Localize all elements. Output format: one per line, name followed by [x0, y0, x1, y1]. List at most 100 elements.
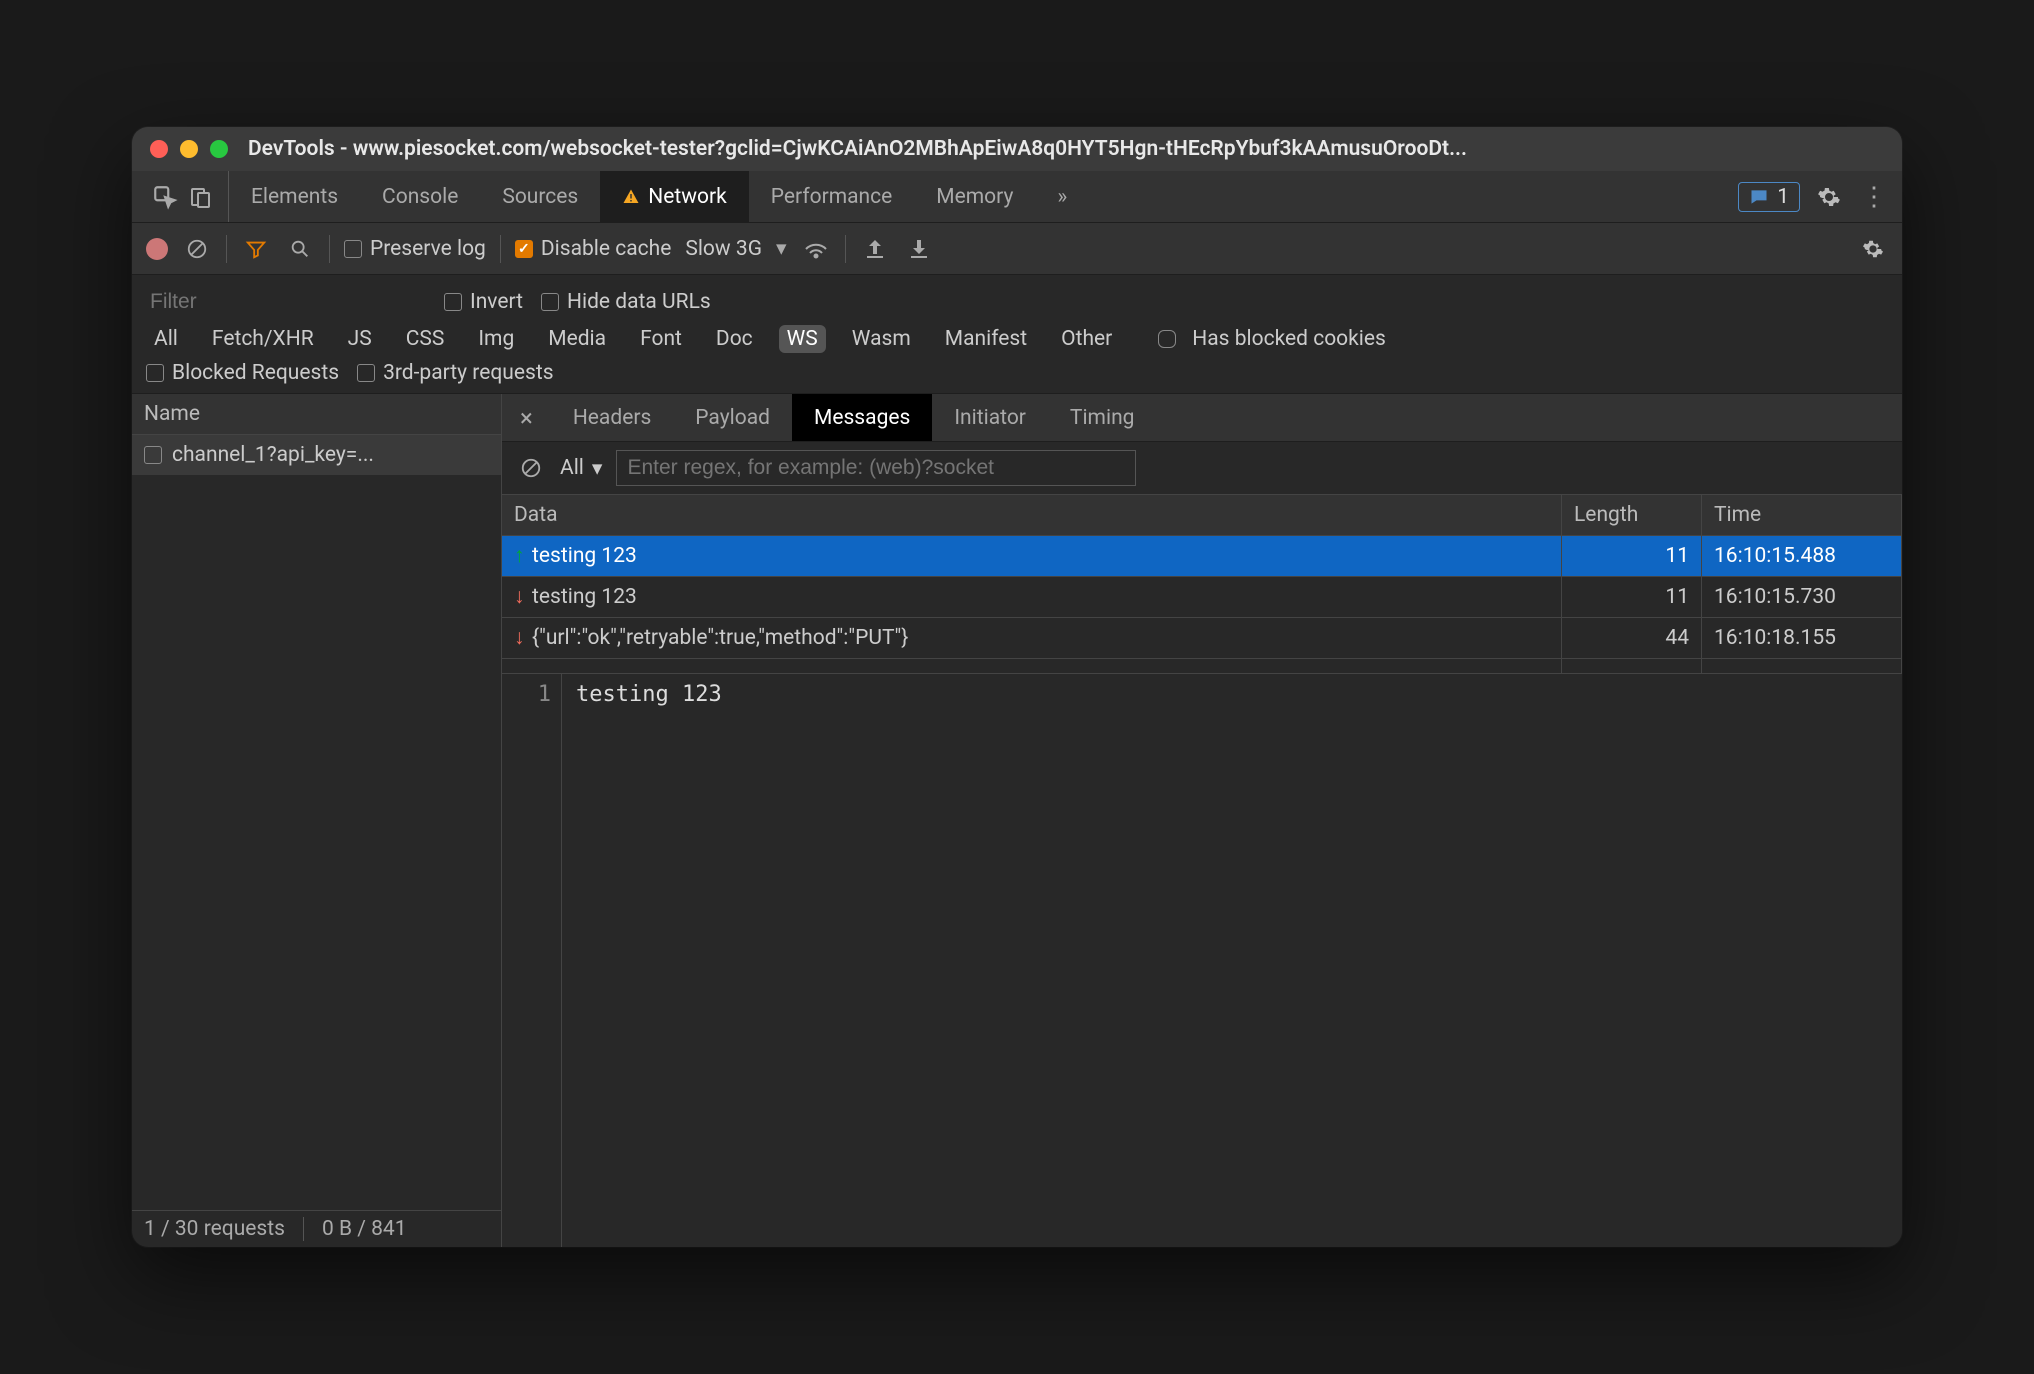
message-row[interactable]: ↓testing 123 11 16:10:15.730: [502, 577, 1902, 618]
request-row[interactable]: channel_1?api_key=...: [132, 435, 501, 475]
record-button[interactable]: [146, 238, 168, 260]
type-ws[interactable]: WS: [779, 325, 826, 353]
col-data-header[interactable]: Data: [502, 495, 1562, 536]
dtab-headers[interactable]: Headers: [551, 394, 673, 441]
more-menu-icon[interactable]: ⋮: [1858, 182, 1888, 212]
messages-toolbar: All ▾: [502, 442, 1902, 495]
checkbox-label: Hide data URLs: [567, 290, 711, 314]
message-type-filter[interactable]: All ▾: [560, 456, 602, 481]
type-other[interactable]: Other: [1053, 325, 1120, 353]
dtab-initiator[interactable]: Initiator: [932, 394, 1048, 441]
status-bar: 1 / 30 requests 0 B / 841: [132, 1210, 501, 1247]
message-time: 16:10:15.730: [1702, 577, 1902, 618]
search-icon[interactable]: [285, 234, 315, 264]
message-data: {"url":"ok","retryable":true,"method":"P…: [532, 626, 908, 650]
preserve-log-checkbox[interactable]: Preserve log: [344, 237, 486, 261]
issues-count: 1: [1777, 185, 1789, 209]
tab-elements[interactable]: Elements: [229, 171, 360, 222]
tab-network[interactable]: Network: [600, 171, 749, 222]
type-wasm[interactable]: Wasm: [844, 325, 919, 353]
tab-performance[interactable]: Performance: [749, 171, 914, 222]
message-data: testing 123: [532, 585, 637, 609]
has-blocked-cookies-checkbox[interactable]: Has blocked cookies: [1158, 325, 1394, 353]
throttling-select[interactable]: Slow 3G: [685, 237, 762, 261]
type-media[interactable]: Media: [540, 325, 614, 353]
request-checkbox-icon: [144, 446, 162, 464]
type-font[interactable]: Font: [632, 325, 690, 353]
tab-label: Console: [382, 185, 458, 209]
messages-table: Data Length Time ↑testing 123 11 16:10:1…: [502, 495, 1902, 673]
tab-label: Performance: [771, 185, 892, 209]
tab-label: Sources: [502, 185, 578, 209]
checkbox-label: 3rd-party requests: [383, 361, 553, 385]
type-css[interactable]: CSS: [398, 325, 453, 353]
dtab-timing[interactable]: Timing: [1048, 394, 1157, 441]
tab-sources[interactable]: Sources: [480, 171, 600, 222]
content-area: Name channel_1?api_key=... 1 / 30 reques…: [132, 394, 1902, 1247]
network-conditions-icon[interactable]: [801, 234, 831, 264]
message-row[interactable]: ↓{"url":"ok","retryable":true,"method":"…: [502, 618, 1902, 659]
type-all[interactable]: All: [146, 325, 186, 353]
dtab-label: Messages: [814, 406, 910, 430]
dtab-messages[interactable]: Messages: [792, 394, 932, 441]
dtab-label: Payload: [695, 406, 770, 430]
message-payload-viewer: 1 testing 123: [502, 673, 1902, 1247]
arrow-down-icon: ↓: [514, 626, 532, 650]
request-name: channel_1?api_key=...: [172, 443, 374, 467]
issues-button[interactable]: 1: [1738, 182, 1800, 212]
download-har-icon[interactable]: [904, 234, 934, 264]
hide-data-urls-checkbox[interactable]: Hide data URLs: [541, 290, 711, 314]
checkbox-label: Disable cache: [541, 237, 672, 261]
arrow-up-icon: ↑: [514, 544, 532, 568]
panel-tabbar: Elements Console Sources Network Perform…: [132, 171, 1902, 223]
device-toolbar-icon[interactable]: [186, 182, 216, 212]
detail-tabbar: × Headers Payload Messages Initiator Tim…: [502, 394, 1902, 442]
devtools-window: DevTools - www.piesocket.com/websocket-t…: [132, 127, 1902, 1247]
checkbox-label: Invert: [470, 290, 523, 314]
filter-input[interactable]: [146, 287, 426, 317]
type-fetch-xhr[interactable]: Fetch/XHR: [204, 325, 322, 353]
message-length: 11: [1562, 536, 1702, 577]
message-length: 11: [1562, 577, 1702, 618]
payload-text[interactable]: testing 123: [562, 674, 736, 1247]
close-detail-button[interactable]: ×: [502, 404, 551, 432]
tab-label: Memory: [936, 185, 1013, 209]
message-regex-input[interactable]: [616, 450, 1136, 486]
type-img[interactable]: Img: [470, 325, 522, 353]
settings-icon[interactable]: [1814, 182, 1844, 212]
message-row[interactable]: ↑testing 123 11 16:10:15.488: [502, 536, 1902, 577]
disable-cache-checkbox[interactable]: ✓Disable cache: [515, 237, 672, 261]
minimize-window-button[interactable]: [180, 140, 198, 158]
inspect-element-icon[interactable]: [150, 182, 180, 212]
clear-messages-icon[interactable]: [516, 453, 546, 483]
request-count: 1 / 30 requests: [144, 1217, 285, 1241]
dropdown-icon[interactable]: ▾: [776, 236, 787, 261]
dtab-payload[interactable]: Payload: [673, 394, 792, 441]
type-js[interactable]: JS: [340, 325, 380, 353]
type-doc[interactable]: Doc: [708, 325, 761, 353]
clear-icon[interactable]: [182, 234, 212, 264]
invert-checkbox[interactable]: Invert: [444, 290, 523, 314]
type-manifest[interactable]: Manifest: [937, 325, 1035, 353]
request-list-sidebar: Name channel_1?api_key=... 1 / 30 reques…: [132, 394, 502, 1247]
window-controls: [150, 140, 228, 158]
message-row[interactable]: ↓: [502, 659, 1902, 673]
tab-label: Network: [648, 185, 727, 209]
dtab-label: Timing: [1070, 406, 1135, 430]
tab-console[interactable]: Console: [360, 171, 480, 222]
name-column-header[interactable]: Name: [132, 394, 501, 435]
settings-gear-icon[interactable]: [1858, 234, 1888, 264]
warning-icon: [622, 188, 640, 206]
col-time-header[interactable]: Time: [1702, 495, 1902, 536]
col-length-header[interactable]: Length: [1562, 495, 1702, 536]
close-window-button[interactable]: [150, 140, 168, 158]
tabs-overflow-button[interactable]: »: [1035, 171, 1089, 222]
third-party-requests-checkbox[interactable]: 3rd-party requests: [357, 361, 553, 385]
maximize-window-button[interactable]: [210, 140, 228, 158]
filter-label: All: [560, 456, 584, 480]
tab-memory[interactable]: Memory: [914, 171, 1035, 222]
blocked-requests-checkbox[interactable]: Blocked Requests: [146, 361, 339, 385]
upload-har-icon[interactable]: [860, 234, 890, 264]
filter-icon[interactable]: [241, 234, 271, 264]
arrow-down-icon: ↓: [514, 585, 532, 609]
